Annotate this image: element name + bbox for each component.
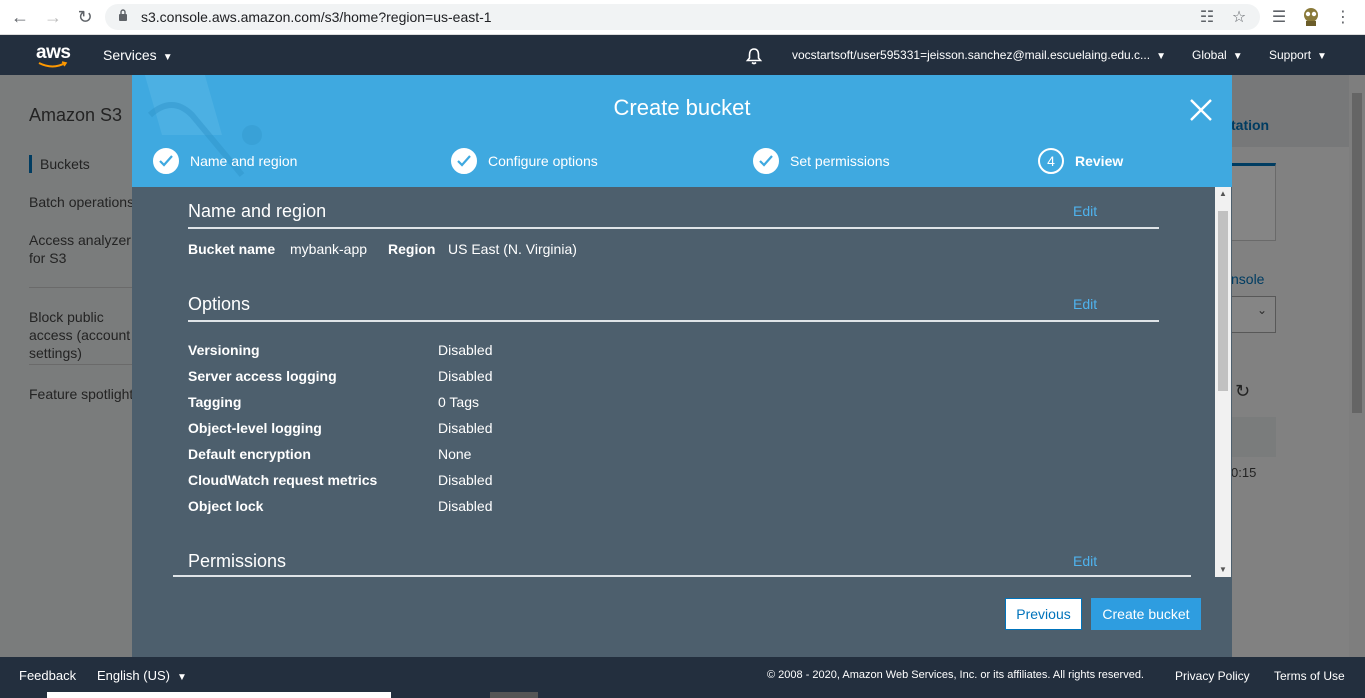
edit-name-and-region-link[interactable]: Edit [1073,203,1097,219]
back-arrow-icon[interactable]: ← [8,6,32,28]
support-menu[interactable]: Support ▼ [1269,48,1327,62]
modal-review-content: Name and region Edit Bucket name mybank-… [132,187,1232,577]
option-label: Versioning [188,342,260,358]
step-configure-options[interactable]: Configure options [451,148,598,174]
bucket-name-label: Bucket name [188,241,276,257]
language-label: English (US) [97,668,170,683]
support-label: Support [1269,48,1312,62]
section-divider [188,320,1159,322]
terms-of-use-link[interactable]: Terms of Use [1274,669,1345,683]
modal-header: Create bucket Name and region Configure … [132,75,1232,187]
option-value: Disabled [438,498,493,514]
browser-toolbar: ← → ↻ s3.console.aws.amazon.com/s3/home?… [0,0,1365,35]
option-value: Disabled [438,472,493,488]
reload-icon[interactable]: ↻ [73,6,97,28]
option-label: Tagging [188,394,242,410]
account-menu[interactable]: vocstartsoft/user595331=jeisson.sanchez@… [792,48,1166,62]
step-name-and-region[interactable]: Name and region [153,148,297,174]
profile-avatar-icon[interactable] [1300,6,1322,28]
media-playlist-icon[interactable]: ☰ [1268,6,1290,28]
caret-down-icon: ▼ [162,52,173,63]
create-bucket-modal: Create bucket Name and region Configure … [132,75,1232,657]
option-value: Disabled [438,420,493,436]
modal-title: Create bucket [613,95,751,120]
step-label: Name and region [190,153,298,169]
caret-down-icon: ▼ [1317,51,1327,62]
feedback-link[interactable]: Feedback [19,668,76,683]
region-label: Global [1192,48,1227,62]
option-value: 0 Tags [438,394,479,410]
previous-button[interactable]: Previous [1005,598,1082,630]
option-value: None [438,446,472,462]
section-title-options: Options [188,294,251,314]
bookmark-star-icon[interactable]: ☆ [1228,6,1250,28]
step-label: Set permissions [790,153,890,169]
edit-options-link[interactable]: Edit [1073,296,1097,312]
scroll-down-arrow-icon[interactable]: ▼ [1215,563,1231,577]
step-label: Configure options [488,153,598,169]
create-bucket-button[interactable]: Create bucket [1091,598,1201,630]
scroll-up-arrow-icon[interactable]: ▲ [1215,187,1231,201]
taskbar-strip [490,692,538,698]
forward-arrow-icon[interactable]: → [41,6,65,28]
url-text[interactable]: s3.console.aws.amazon.com/s3/home?region… [141,9,492,25]
check-circle-icon [153,148,179,174]
step-label: Review [1075,153,1124,169]
step-review[interactable]: 4 Review [1038,148,1123,174]
caret-down-icon: ▼ [176,672,187,683]
option-label: Object-level logging [188,420,322,436]
more-menu-icon[interactable]: ⋮ [1332,6,1354,28]
step-set-permissions[interactable]: Set permissions [753,148,890,174]
section-divider [188,227,1159,229]
console-footer: Feedback English (US) ▼ © 2008 - 2020, Am… [0,657,1365,698]
aws-top-nav: aws Services ▼ vocstartsoft/user595331=je… [0,35,1365,75]
option-label: Object lock [188,498,264,514]
privacy-policy-link[interactable]: Privacy Policy [1175,669,1250,683]
taskbar-strip [47,692,391,698]
edit-permissions-link[interactable]: Edit [1073,553,1097,569]
section-title-permissions: Permissions [188,551,287,571]
section-title-name-and-region: Name and region [188,201,327,221]
close-icon[interactable] [1188,97,1214,123]
option-label: Default encryption [188,446,311,462]
bucket-name-value: mybank-app [290,241,368,257]
modal-scrollbar[interactable]: ▲ ▼ [1215,187,1231,577]
aws-smile-icon [38,61,68,68]
account-label: vocstartsoft/user595331=jeisson.sanchez@… [792,48,1151,62]
check-circle-icon [753,148,779,174]
region-menu[interactable]: Global ▼ [1192,48,1243,62]
language-selector[interactable]: English (US) ▼ [97,668,187,683]
translate-icon[interactable]: ☷ [1196,6,1218,28]
option-value: Disabled [438,342,493,358]
caret-down-icon: ▼ [1156,51,1166,62]
option-value: Disabled [438,368,493,384]
region-value: US East (N. Virginia) [448,241,577,257]
modal-scrollbar-thumb[interactable] [1218,211,1228,391]
services-label: Services [103,47,157,63]
option-label: CloudWatch request metrics [188,472,378,488]
services-menu[interactable]: Services ▼ [103,47,173,63]
region-label: Region [388,241,436,257]
option-label: Server access logging [188,368,337,384]
bell-icon[interactable] [745,47,763,65]
step-number: 4 [1038,148,1064,174]
check-circle-icon [451,148,477,174]
section-divider [173,575,1191,577]
lock-icon [119,9,127,21]
copyright-text: © 2008 - 2020, Amazon Web Services, Inc.… [767,669,1144,681]
caret-down-icon: ▼ [1232,51,1243,62]
